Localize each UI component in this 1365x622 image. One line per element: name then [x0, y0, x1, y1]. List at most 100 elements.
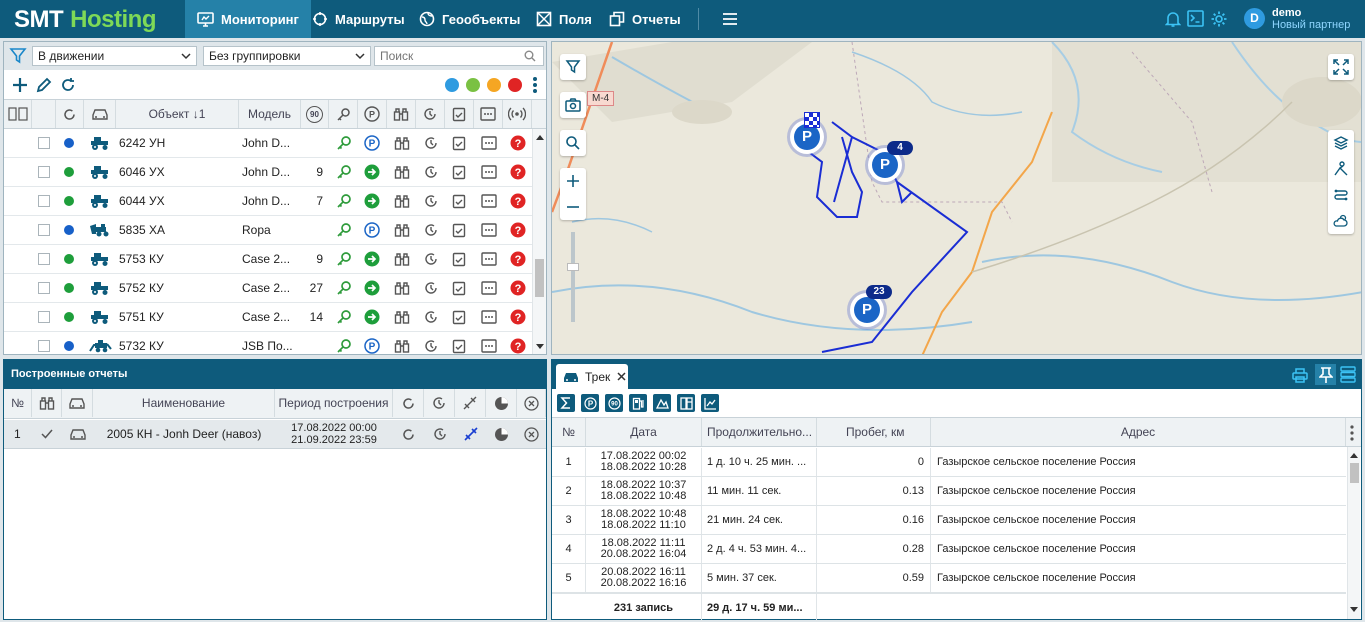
key-button[interactable]	[336, 274, 352, 302]
grouping-select[interactable]: Без группировки	[203, 46, 371, 66]
ok-status-icon[interactable]	[466, 78, 480, 92]
parking-status-button[interactable]	[364, 158, 380, 186]
report-map-header[interactable]	[455, 389, 486, 417]
signal-status-button[interactable]: ?	[510, 187, 526, 215]
map-search-button[interactable]	[560, 130, 586, 156]
status-filter-select[interactable]: В движении	[32, 46, 197, 66]
refresh-icon[interactable]	[59, 76, 77, 94]
type-column-header[interactable]	[84, 100, 116, 128]
scroll-up-icon[interactable]	[1350, 452, 1358, 458]
row-checkbox[interactable]	[38, 129, 50, 157]
speed-column-header[interactable]: 90	[301, 100, 329, 128]
report-row[interactable]: 1 2005 КН - Jonh Deer (навоз) 17.08.2022…	[4, 420, 546, 449]
object-name[interactable]: 5751 КУ	[119, 303, 164, 331]
key-button[interactable]	[336, 216, 352, 244]
report-car-header[interactable]	[62, 389, 93, 417]
more-vertical-icon[interactable]	[532, 76, 538, 94]
binoculars-button[interactable]	[394, 332, 410, 354]
nav-routes[interactable]: Маршруты	[300, 0, 417, 38]
bell-icon[interactable]	[1165, 10, 1181, 28]
row-checkbox[interactable]	[38, 216, 50, 244]
columns-button[interactable]	[677, 394, 695, 412]
object-name[interactable]: 5835 ХА	[119, 216, 165, 244]
trip-filter-button[interactable]	[653, 394, 671, 412]
binoculars-button[interactable]	[394, 187, 410, 215]
table-row[interactable]: 6044 УХ John D... 7?	[4, 187, 532, 216]
signal-status-button[interactable]: ?	[510, 158, 526, 186]
nav-reports[interactable]: Отчеты	[597, 0, 693, 38]
report-chart-header[interactable]	[486, 389, 517, 417]
map-fullscreen-button[interactable]	[1328, 54, 1354, 80]
binoculars-button[interactable]	[394, 245, 410, 273]
tasks-button[interactable]	[452, 332, 466, 354]
signal-status-button[interactable]: ?	[510, 332, 526, 354]
more-button[interactable]	[481, 274, 497, 302]
avatar[interactable]: D	[1244, 8, 1265, 29]
parking-status-button[interactable]: P	[364, 216, 380, 244]
signal-column-header[interactable]	[503, 100, 532, 128]
history-button[interactable]	[423, 274, 439, 302]
zoom-in-icon[interactable]	[565, 173, 581, 189]
fuel-filter-button[interactable]	[629, 394, 647, 412]
object-column-header[interactable]: Объект ↓1	[116, 100, 239, 128]
table-row[interactable]: 1 17.08.2022 00:02 18.08.2022 10:28 1 д. 10…	[552, 448, 1346, 477]
model-column-header[interactable]: Модель	[239, 100, 301, 128]
table-row[interactable]: 6046 УХ John D... 9?	[4, 158, 532, 187]
binoculars-button[interactable]	[394, 158, 410, 186]
parking-filter-button[interactable]: P	[581, 394, 599, 412]
report-chart-button[interactable]	[494, 420, 509, 448]
weather-icon[interactable]	[1333, 213, 1349, 229]
more-button[interactable]	[481, 245, 497, 273]
scroll-down-icon[interactable]	[536, 344, 544, 350]
table-row[interactable]: 4 18.08.2022 11:11 20.08.2022 16:04 2 д. 4 …	[552, 535, 1346, 564]
scroll-up-icon[interactable]	[536, 134, 544, 140]
binoculars-column-header[interactable]	[387, 100, 416, 128]
more-column-header[interactable]	[474, 100, 503, 128]
report-name[interactable]: 2005 КН - Jonh Deer (навоз)	[93, 420, 275, 448]
report-delete-header[interactable]	[517, 389, 546, 417]
layers-icon[interactable]	[1333, 135, 1349, 151]
more-button[interactable]	[481, 129, 497, 157]
report-refresh-header[interactable]	[393, 389, 424, 417]
add-icon[interactable]	[11, 76, 29, 94]
binoculars-button[interactable]	[394, 216, 410, 244]
history-button[interactable]	[423, 129, 439, 157]
more-button[interactable]	[481, 187, 497, 215]
binoculars-button[interactable]	[394, 303, 410, 331]
signal-status-button[interactable]: ?	[510, 303, 526, 331]
speed-filter-button[interactable]: 90	[605, 394, 623, 412]
key-button[interactable]	[336, 303, 352, 331]
scrollbar-thumb[interactable]	[535, 259, 544, 297]
parking-status-button[interactable]: P	[364, 129, 380, 157]
tasks-button[interactable]	[452, 245, 466, 273]
zoom-out-icon[interactable]	[565, 199, 581, 215]
tasks-button[interactable]	[452, 216, 466, 244]
lock-status-icon[interactable]	[508, 78, 522, 92]
edit-icon[interactable]	[35, 76, 53, 94]
report-history-button[interactable]	[432, 420, 448, 448]
scroll-down-icon[interactable]	[1350, 607, 1358, 613]
object-name[interactable]: 5732 КУ	[119, 332, 164, 354]
object-name[interactable]: 6242 УН	[119, 129, 165, 157]
table-row[interactable]: 5732 КУ JSB По... P?	[4, 332, 532, 354]
tasks-button[interactable]	[452, 274, 466, 302]
signal-status-button[interactable]: ?	[510, 129, 526, 157]
map-filter-button[interactable]	[560, 54, 586, 80]
warning-status-icon[interactable]	[487, 78, 501, 92]
map-canvas[interactable]	[552, 42, 1362, 355]
print-icon[interactable]	[1292, 367, 1308, 383]
row-checkbox[interactable]	[38, 274, 50, 302]
table-row[interactable]: 5835 ХА Ropa P?	[4, 216, 532, 245]
object-name[interactable]: 5753 КУ	[119, 245, 164, 273]
objects-scrollbar[interactable]	[532, 129, 546, 354]
history-button[interactable]	[423, 187, 439, 215]
terminal-icon[interactable]	[1187, 10, 1204, 27]
parking-column-header[interactable]: P	[358, 100, 387, 128]
history-button[interactable]	[423, 158, 439, 186]
parking-status-button[interactable]	[364, 245, 380, 273]
tasks-button[interactable]	[452, 129, 466, 157]
key-column-header[interactable]	[329, 100, 358, 128]
report-history-header[interactable]	[424, 389, 455, 417]
key-button[interactable]	[336, 332, 352, 354]
history-column-header[interactable]	[416, 100, 445, 128]
